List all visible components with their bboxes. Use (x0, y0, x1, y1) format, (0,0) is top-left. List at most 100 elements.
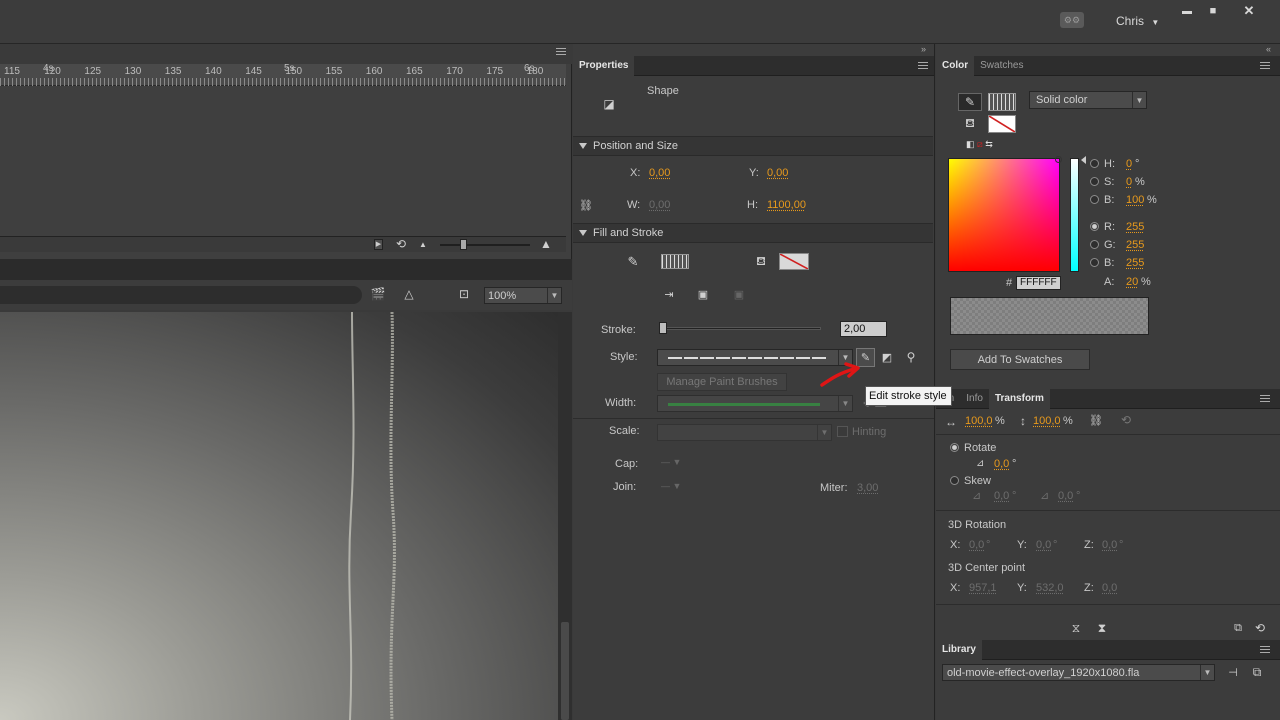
rotate-3d-icon[interactable]: ⧖ (1068, 620, 1084, 636)
sync-settings-icon[interactable]: ⚙⚙ (1060, 12, 1084, 28)
edit-symbols-icon[interactable]: △ (398, 286, 420, 302)
color-type-dropdown[interactable]: Solid color ▼ (1029, 91, 1147, 109)
stroke-slider-thumb[interactable] (659, 322, 667, 334)
blue-value[interactable]: 255 (1126, 257, 1144, 269)
timeline-zoom-slider[interactable] (440, 244, 530, 246)
brush-library-icon[interactable]: ◩ (879, 349, 895, 365)
fill-stroke-header[interactable]: Fill and Stroke (573, 223, 933, 243)
rot-z-value[interactable]: 0,0 (1102, 539, 1117, 551)
fill-color-swatch[interactable] (779, 253, 809, 270)
tab-swatches[interactable]: Swatches (974, 56, 1029, 76)
b-radio[interactable] (1090, 195, 1099, 204)
tab-library[interactable]: Library (936, 640, 982, 660)
close-button[interactable]: ✕ (1234, 2, 1264, 20)
stroke-slider[interactable] (661, 327, 821, 330)
black-white-icon[interactable]: ▣ (695, 287, 711, 301)
rotate-value[interactable]: 0,0 (994, 458, 1009, 470)
stage-vertical-scrollbar[interactable] (558, 312, 572, 720)
rotate-radio[interactable] (950, 443, 959, 452)
b-value[interactable]: 100 (1126, 194, 1144, 206)
y-value[interactable]: 0,00 (767, 167, 788, 179)
fill-bucket-icon[interactable]: ⛾ (958, 115, 982, 133)
manage-brushes-button[interactable]: Manage Paint Brushes (657, 373, 787, 391)
rot-y-value[interactable]: 0,0 (1036, 539, 1051, 551)
g-radio[interactable] (1090, 240, 1099, 249)
c-z-value[interactable]: 0,0 (1102, 582, 1117, 594)
x-value[interactable]: 0,00 (649, 167, 670, 179)
h-value[interactable]: 1100,00 (767, 199, 806, 211)
tab-properties[interactable]: Properties (573, 56, 635, 76)
miter-value[interactable]: 3,00 (857, 482, 878, 494)
zoom-in-mountain-icon[interactable]: ▲ (538, 237, 554, 251)
new-library-panel-icon[interactable]: ⧉ (1248, 665, 1266, 680)
zoom-dropdown[interactable]: 100% ▼ (484, 287, 562, 304)
position-size-header[interactable]: Position and Size (573, 136, 933, 156)
zoom-out-mountain-icon[interactable]: ▲ (418, 239, 428, 249)
h-value[interactable]: 0 (1126, 158, 1132, 170)
blue-radio[interactable] (1090, 258, 1099, 267)
paint-brush-icon[interactable]: ⚲ (903, 349, 919, 365)
stroke-color-swatch[interactable] (661, 254, 689, 269)
c-x-value[interactable]: 957,1 (969, 582, 997, 594)
reset-transform-icon[interactable]: ⟲ (1252, 621, 1268, 635)
hinting-checkbox[interactable] (837, 426, 848, 437)
stroke-shapes[interactable] (0, 312, 558, 720)
cap-dropdown[interactable]: — ▼ (661, 457, 681, 467)
stroke-swatch[interactable] (988, 93, 1016, 111)
constrain-link-icon[interactable]: ⛓ (1087, 413, 1105, 427)
user-menu[interactable]: Chris ▼ (1116, 14, 1159, 28)
join-dropdown[interactable]: — ▼ (661, 481, 681, 491)
color-picker-field[interactable] (948, 156, 1062, 272)
w-value[interactable]: 0,00 (649, 199, 670, 211)
duplicate-transform-icon[interactable]: ⧉ (1230, 621, 1246, 635)
scale-height-value[interactable]: 100,0 (1033, 415, 1061, 427)
panel-menu-icon[interactable] (1260, 395, 1270, 403)
panel-menu-icon[interactable] (1260, 646, 1270, 654)
g-value[interactable]: 255 (1126, 239, 1144, 251)
hex-input[interactable]: FFFFFF (1016, 276, 1061, 290)
default-colors-icon[interactable]: ◧ ⧄ ⇆ (966, 139, 993, 150)
stage-canvas[interactable] (0, 312, 558, 720)
c-y-value[interactable]: 532,0 (1036, 582, 1064, 594)
hue-slider[interactable] (1070, 158, 1079, 272)
add-to-swatches-button[interactable]: Add To Swatches (950, 349, 1090, 370)
r-radio[interactable] (1090, 222, 1099, 231)
breadcrumb[interactable] (0, 286, 362, 304)
width-dropdown[interactable]: ▼ (657, 395, 853, 412)
tab-info[interactable]: Info (960, 389, 989, 409)
skew-radio[interactable] (950, 476, 959, 485)
timeline-scrollbar[interactable]: ▶ ⟲ ▲ ▲ (0, 236, 566, 252)
scale-width-value[interactable]: 100,0 (965, 415, 993, 427)
alpha-value[interactable]: 20 (1126, 276, 1138, 288)
reset-scale-icon[interactable]: ⟲ (1118, 413, 1134, 427)
swap-colors-icon[interactable]: ⇥ (661, 287, 677, 301)
maximize-button[interactable]: ■ (1198, 2, 1228, 20)
timeline-menu-icon[interactable] (556, 48, 566, 56)
r-value[interactable]: 255 (1126, 221, 1144, 233)
panel-collapse-icon[interactable]: » (921, 44, 926, 54)
panel-collapse-icon[interactable]: « (1266, 44, 1271, 54)
panel-menu-icon[interactable] (918, 62, 928, 70)
timeline-ruler[interactable]: 4s 5s 6s 115 120 125 130 135 140 145 150 155 160 1… (0, 63, 566, 86)
no-color-icon[interactable]: ▣ (731, 287, 747, 301)
tab-transform[interactable]: Transform (988, 389, 1050, 409)
center-stage-icon[interactable]: ⊡ (456, 286, 472, 302)
edit-scene-icon[interactable]: 🎬 (368, 286, 388, 302)
tab-color[interactable]: Color (936, 56, 975, 76)
link-icon[interactable]: ⛓ (578, 198, 594, 212)
skew-v-value[interactable]: 0,0 (1058, 490, 1073, 502)
scroll-thumb[interactable] (561, 622, 569, 720)
h-radio[interactable] (1090, 159, 1099, 168)
scroll-right-icon[interactable]: ▶ (374, 239, 383, 250)
hue-slider-pointer[interactable] (1081, 156, 1086, 164)
library-file-dropdown[interactable]: old-movie-effect-overlay_1920x1080.fla ▼ (942, 664, 1215, 681)
flip-icon[interactable]: ⧗ (1094, 620, 1110, 636)
rot-x-value[interactable]: 0,0 (969, 539, 984, 551)
panel-menu-icon[interactable] (1260, 62, 1270, 70)
loop-icon[interactable]: ⟲ (394, 237, 408, 251)
fill-bucket-icon[interactable]: ⛾ (753, 254, 769, 270)
skew-h-value[interactable]: 0,0 (994, 490, 1009, 502)
pin-library-icon[interactable]: ⊣ (1224, 665, 1242, 680)
stroke-color-button[interactable]: ✎ (958, 93, 982, 111)
stroke-pencil-icon[interactable]: ✎ (625, 254, 641, 270)
